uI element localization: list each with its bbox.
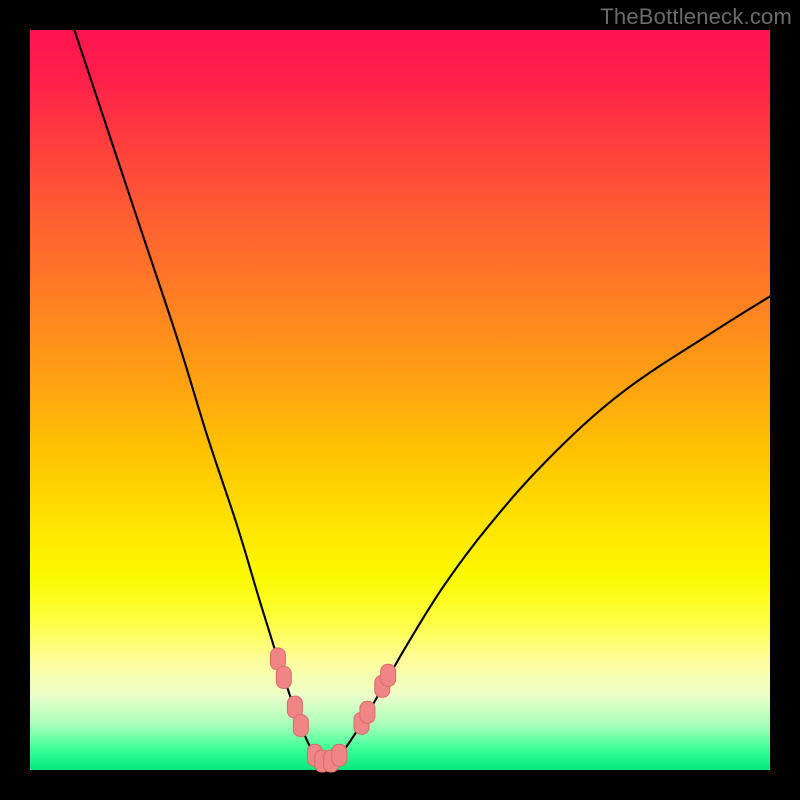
marker-point bbox=[381, 664, 396, 686]
curve-markers bbox=[270, 648, 395, 772]
curve-svg bbox=[30, 30, 770, 770]
plot-area bbox=[30, 30, 770, 770]
chart-stage: TheBottleneck.com bbox=[0, 0, 800, 800]
marker-point bbox=[360, 701, 375, 723]
watermark-text: TheBottleneck.com bbox=[600, 4, 792, 30]
bottleneck-curve bbox=[74, 30, 770, 762]
marker-point bbox=[332, 744, 347, 766]
marker-point bbox=[276, 667, 291, 689]
marker-point bbox=[293, 715, 308, 737]
